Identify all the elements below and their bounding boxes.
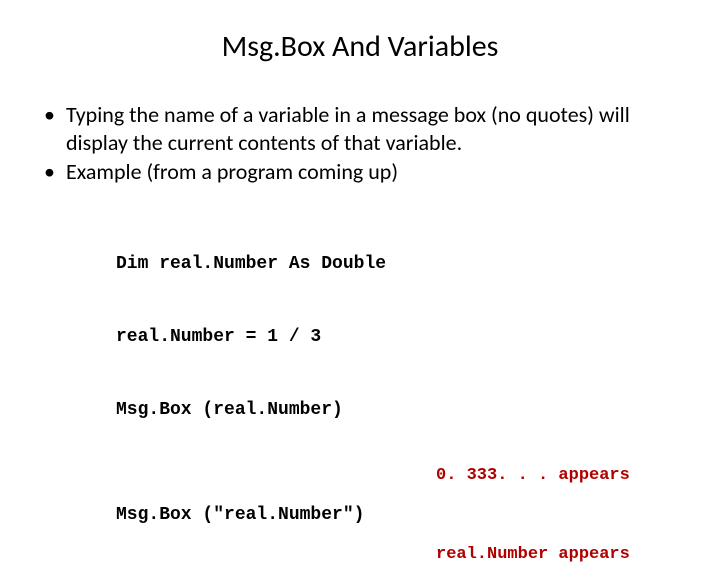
output-text: 0. 333. . . appears — [436, 466, 680, 485]
slide-title: Msg.Box And Variables — [40, 28, 680, 65]
bullet-item: Typing the name of a variable in a messa… — [40, 101, 680, 156]
code-line: Msg.Box (real.Number) — [116, 398, 680, 422]
code-line: Msg.Box ("real.Number") — [116, 505, 680, 525]
code-block: Dim real.Number As Double real.Number = … — [116, 204, 680, 447]
bullet-item: Example (from a program coming up) — [40, 158, 680, 186]
bullet-list: Typing the name of a variable in a messa… — [40, 101, 680, 186]
output-text: real.Number appears — [436, 545, 680, 564]
code-line: Dim real.Number As Double — [116, 252, 680, 276]
code-line: real.Number = 1 / 3 — [116, 325, 680, 349]
